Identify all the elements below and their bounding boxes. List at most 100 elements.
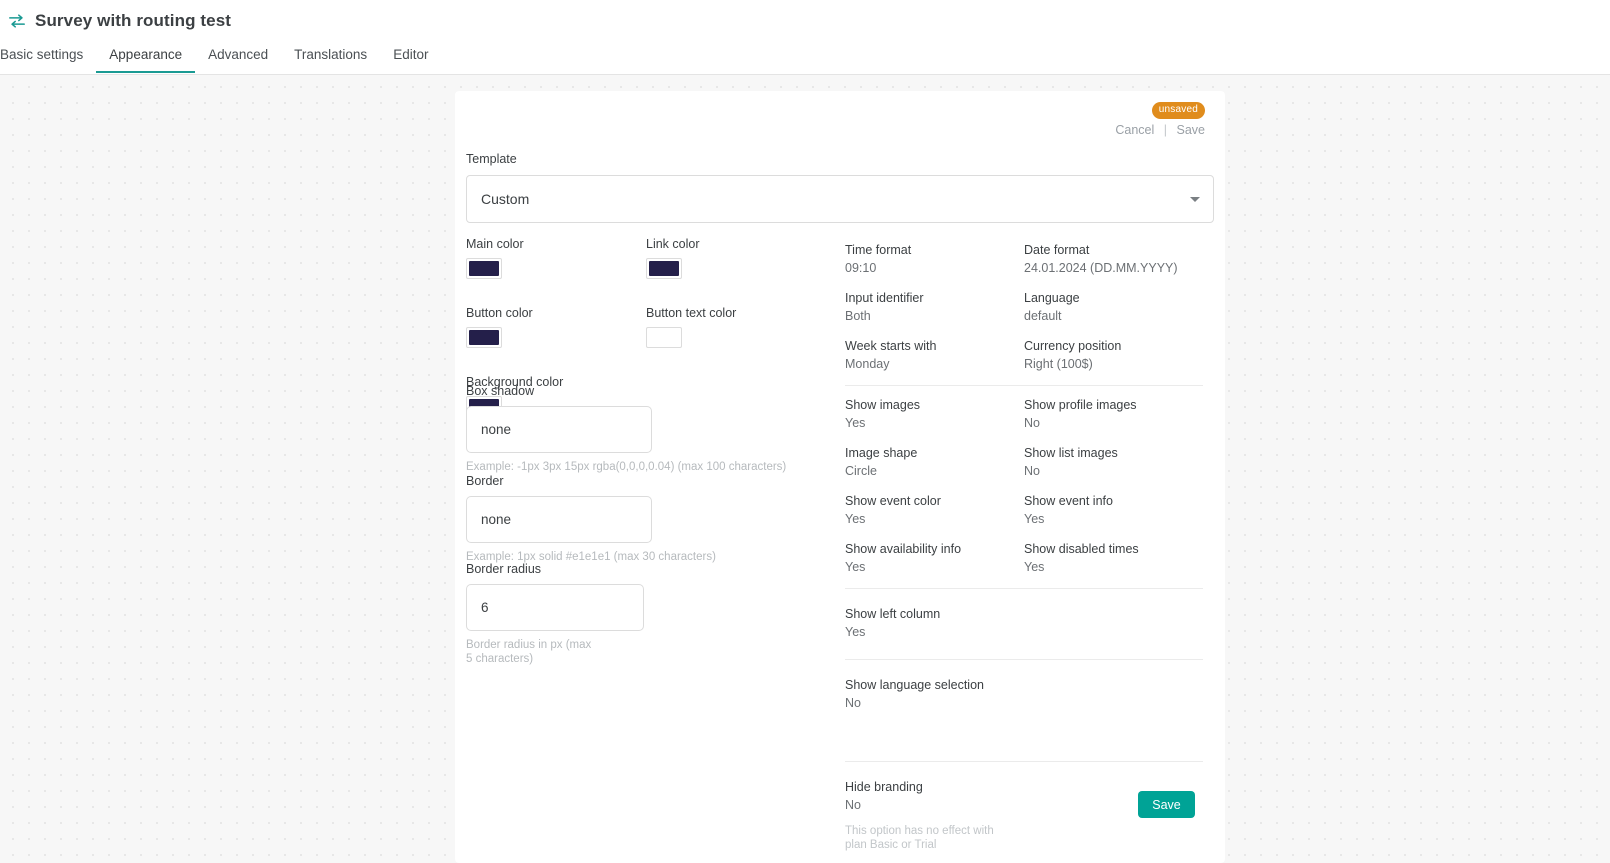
link-color-field: Link color [646,237,826,279]
settings-row: Input identifier Both Language default [845,291,1203,324]
settings-row: Show language selection No [845,678,1203,711]
setting-value: No [1024,416,1040,430]
settings-row: Show images Yes Show profile images No [845,398,1203,431]
button-color-field: Button color [466,306,646,348]
setting-label: Currency position [1024,339,1122,353]
setting-label: Language [1024,291,1080,305]
border-radius-input[interactable]: 6 [466,584,644,631]
settings-row: Show left column Yes [845,607,1203,640]
color-row-2: Button color Button text color [466,306,846,348]
setting-value: Yes [845,560,866,574]
chevron-down-icon [1190,197,1200,202]
save-link[interactable]: Save [1177,123,1206,137]
settings-row: Show event color Yes Show event info Yes [845,494,1203,527]
setting-value: No [845,696,861,710]
main-color-chip [469,261,499,276]
setting-label: Input identifier [845,291,924,305]
appearance-settings-card: unsaved Cancel | Save Template Custom Ma… [455,91,1225,863]
setting-label: Image shape [845,446,918,460]
border-field: Border none Example: 1px solid #e1e1e1 (… [466,474,846,564]
status-badge: unsaved [1151,102,1205,119]
button-text-color-swatch[interactable] [646,327,682,348]
setting-image-shape[interactable]: Image shape Circle [845,446,1024,479]
setting-show-profile-images[interactable]: Show profile images No [1024,398,1203,431]
setting-label: Show profile images [1024,398,1137,412]
setting-label: Show list images [1024,446,1118,460]
setting-show-event-color[interactable]: Show event color Yes [845,494,1024,527]
box-shadow-input[interactable]: none [466,406,652,453]
link-color-swatch[interactable] [646,258,682,279]
border-input[interactable]: none [466,496,652,543]
save-button[interactable]: Save [1138,791,1195,818]
setting-value: Yes [845,512,866,526]
setting-value: Yes [845,416,866,430]
tab-basic-settings[interactable]: Basic settings [0,48,96,73]
top-bar: Survey with routing test Basic settings … [0,0,1610,75]
settings-group-formats: Time format 09:10 Date format 24.01.2024… [845,231,1203,385]
setting-show-images[interactable]: Show images Yes [845,398,1024,431]
tab-editor[interactable]: Editor [380,48,441,73]
setting-label: Show language selection [845,678,984,692]
settings-group-language-selection: Show language selection No [845,660,1203,730]
settings-row: Time format 09:10 Date format 24.01.2024… [845,243,1203,276]
cancel-link[interactable]: Cancel [1115,123,1154,137]
title-row: Survey with routing test [0,0,1610,34]
setting-time-format[interactable]: Time format 09:10 [845,243,1024,276]
settings-row: Image shape Circle Show list images No [845,446,1203,479]
setting-label: Show availability info [845,542,962,556]
display-settings-list: Time format 09:10 Date format 24.01.2024… [845,231,1203,852]
settings-row: Show availability info Yes Show disabled… [845,542,1203,575]
swap-arrows-icon [9,14,25,28]
setting-language[interactable]: Language default [1024,291,1203,324]
main-color-swatch[interactable] [466,258,502,279]
border-label: Border [466,474,504,488]
setting-label: Date format [1024,243,1090,257]
action-separator: | [1163,123,1168,137]
tab-advanced[interactable]: Advanced [195,48,281,73]
settings-group-left-column: Show left column Yes [845,589,1203,659]
setting-show-language-selection[interactable]: Show language selection No [845,678,1039,711]
branding-plan-note: This option has no effect with plan Basi… [845,825,994,851]
setting-label: Show event color [845,494,941,508]
page-title: Survey with routing test [35,11,232,30]
setting-date-format[interactable]: Date format 24.01.2024 (DD.MM.YYYY) [1024,243,1203,276]
tab-appearance[interactable]: Appearance [96,48,195,73]
setting-show-event-info[interactable]: Show event info Yes [1024,494,1203,527]
box-shadow-field: Box shadow none Example: -1px 3px 15px r… [466,384,846,474]
setting-value: Yes [845,625,866,639]
main-color-label: Main color [466,237,524,251]
page-background: unsaved Cancel | Save Template Custom Ma… [0,75,1610,863]
template-field: Template Custom [466,152,1214,223]
setting-label: Show disabled times [1024,542,1139,556]
link-color-chip [649,261,679,276]
setting-value: 09:10 [845,261,877,275]
setting-value: No [845,798,861,812]
settings-group-images: Show images Yes Show profile images No I… [845,386,1203,588]
setting-week-starts-with[interactable]: Week starts with Monday [845,339,1024,372]
card-header-actions: unsaved Cancel | Save [1115,99,1205,138]
setting-label: Week starts with [845,339,937,353]
button-color-chip [469,330,499,345]
setting-show-left-column[interactable]: Show left column Yes [845,607,1039,640]
setting-show-disabled-times[interactable]: Show disabled times Yes [1024,542,1203,575]
setting-value: No [1024,464,1040,478]
setting-value: Both [845,309,871,323]
setting-value: default [1024,309,1062,323]
main-color-field: Main color [466,237,646,279]
setting-currency-position[interactable]: Currency position Right (100$) [1024,339,1203,372]
tab-translations[interactable]: Translations [281,48,380,73]
setting-show-availability-info[interactable]: Show availability info Yes [845,542,1024,575]
template-selected-value: Custom [481,191,530,207]
setting-hide-branding[interactable]: Hide branding No [845,780,1039,813]
tab-bar: Basic settings Appearance Advanced Trans… [0,34,1610,73]
border-radius-field: Border radius 6 Border radius in px (max… [466,562,766,666]
template-select[interactable]: Custom [466,175,1214,223]
header-actions: Cancel | Save [1115,123,1205,138]
setting-label: Show images [845,398,921,412]
button-color-swatch[interactable] [466,327,502,348]
setting-input-identifier[interactable]: Input identifier Both [845,291,1024,324]
setting-show-list-images[interactable]: Show list images No [1024,446,1203,479]
setting-label: Show event info [1024,494,1113,508]
button-text-color-chip [649,330,679,345]
border-radius-label: Border radius [466,562,542,576]
